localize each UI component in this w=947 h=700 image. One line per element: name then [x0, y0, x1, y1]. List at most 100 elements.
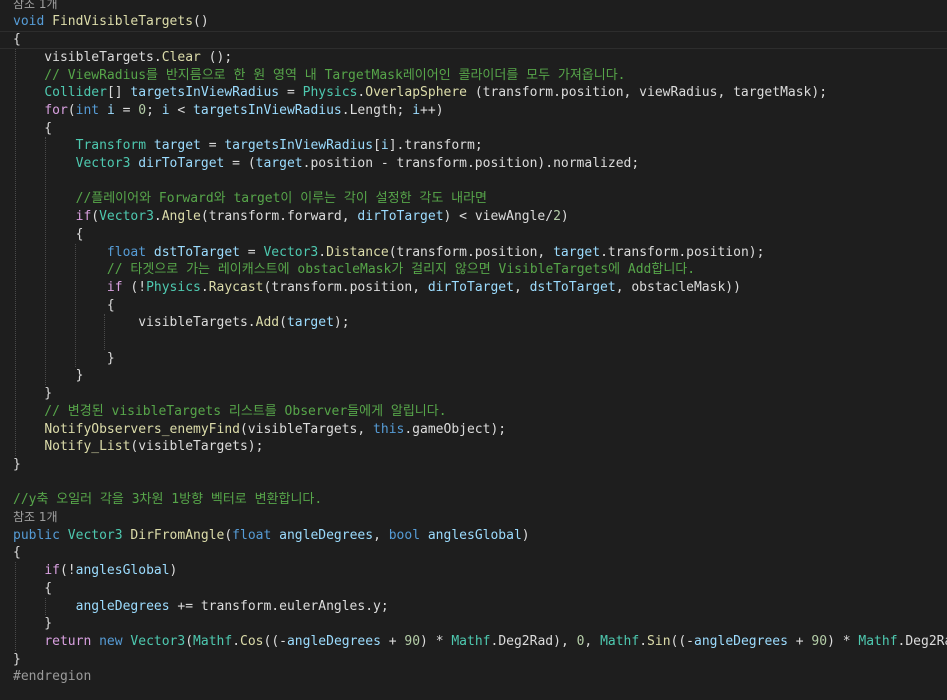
code-token: if: [106, 279, 123, 295]
code-token: Angle: [161, 209, 201, 225]
code-token: Notify_List: [44, 439, 131, 455]
code-line: if(!anglesGlobal): [13, 562, 177, 580]
code-token: .: [639, 633, 648, 649]
code-line: //y축 오일러 각을 3차원 1방향 벡터로 변환합니다.: [13, 491, 322, 509]
code-token: 90: [811, 633, 828, 649]
code-token: if: [75, 209, 92, 225]
code-token: (!: [59, 563, 76, 579]
code-token: NotifyObservers_enemyFind: [44, 421, 240, 437]
code-token: .: [200, 279, 209, 295]
code-token: .transform.position);: [600, 244, 765, 260]
code-token: ++): [420, 102, 444, 118]
code-token: targetsInViewRadius: [224, 138, 374, 154]
code-line: {: [13, 580, 52, 598]
code-token: ) *: [420, 633, 452, 649]
code-line: }: [13, 456, 21, 474]
code-token: .: [153, 209, 162, 225]
code-token: #endregion: [13, 669, 92, 685]
code-token: {: [13, 226, 84, 242]
current-line-highlight: [0, 31, 947, 50]
code-token: );: [333, 315, 350, 331]
code-line: float dstToTarget = Vector3.Distance(tra…: [13, 244, 765, 262]
code-token: ;: [146, 102, 162, 118]
code-token: FindVisibleTargets: [52, 14, 194, 30]
codelens-references[interactable]: 참조 1개: [13, 0, 58, 13]
code-token: target: [153, 138, 201, 154]
code-token: int: [75, 102, 100, 118]
code-token: public: [13, 527, 60, 543]
code-token: DirFromAngle: [130, 527, 225, 543]
code-token: =: [200, 138, 225, 154]
code-token: .Deg2Rad));: [897, 633, 947, 649]
code-token: ,: [373, 527, 389, 543]
code-line: #endregion: [13, 668, 91, 686]
code-line: visibleTargets.Add(target);: [13, 314, 350, 332]
code-token: ): [521, 527, 530, 543]
code-line: }: [13, 651, 21, 669]
code-token: Vector3: [75, 156, 131, 171]
code-line: }: [13, 350, 115, 368]
code-token: Mathf: [600, 633, 640, 649]
code-line: void FindVisibleTargets(): [13, 13, 209, 31]
code-token: 90: [404, 633, 421, 649]
code-token: {: [13, 545, 21, 561]
code-line: {: [13, 226, 84, 244]
code-token: Clear: [161, 49, 201, 65]
code-line: // 변경된 visibleTargets 리스트를 Observer들에게 알…: [13, 403, 446, 421]
code-token: // 타겟으로 가는 레이캐스트에 obstacleMask가 걸리지 않으면 …: [13, 262, 696, 278]
code-line: visibleTargets.Clear ();: [13, 49, 232, 67]
code-token: return: [44, 633, 92, 649]
code-token: Vector3: [130, 633, 186, 649]
code-line: if(Vector3.Angle(transform.forward, dirT…: [13, 208, 569, 226]
code-token: anglesGlobal: [427, 527, 522, 543]
code-token: Collider: [44, 85, 107, 101]
code-token: }: [13, 386, 53, 402]
code-line: {: [13, 120, 52, 138]
code-line: // 타겟으로 가는 레이캐스트에 obstacleMask가 걸리지 않으면 …: [13, 261, 695, 279]
code-token: (transform.forward,: [200, 209, 358, 225]
codelens-references[interactable]: 참조 1개: [13, 509, 58, 527]
code-line: NotifyObservers_enemyFind(visibleTargets…: [13, 421, 506, 439]
code-token: Distance: [326, 244, 389, 260]
code-token: =: [279, 85, 303, 101]
code-token: ((-: [263, 633, 287, 649]
code-token: dirToTarget: [138, 156, 225, 171]
code-token: }: [13, 616, 53, 632]
code-token: Vector3: [67, 527, 123, 543]
code-token: this: [373, 421, 405, 437]
code-token: dstToTarget: [529, 279, 616, 295]
code-token: }: [13, 350, 115, 366]
code-token: for: [44, 102, 68, 118]
code-token: +: [380, 633, 405, 649]
code-token: ,: [584, 633, 601, 649]
code-token: dirToTarget: [357, 209, 444, 225]
code-token: targetsInViewRadius: [130, 85, 280, 101]
code-token: (: [185, 633, 194, 649]
code-token: angleDegrees: [279, 527, 374, 543]
code-line: //플레이어와 Forward와 target이 이루는 각이 설정한 각도 내…: [13, 190, 487, 208]
code-token: ): [169, 563, 178, 579]
code-editor[interactable]: 참조 1개 void FindVisibleTargets(){ visibleT…: [0, 0, 947, 700]
code-token: ((-: [670, 633, 695, 649]
code-token: Vector3: [99, 209, 154, 225]
code-line: Vector3 dirToTarget = (target.position -…: [13, 155, 640, 173]
code-token: target: [286, 315, 334, 331]
code-token: (visibleTargets);: [130, 439, 264, 455]
code-token: .: [318, 244, 327, 260]
code-token: []: [106, 85, 131, 101]
code-token: i: [106, 102, 115, 118]
code-token: [: [373, 138, 381, 154]
